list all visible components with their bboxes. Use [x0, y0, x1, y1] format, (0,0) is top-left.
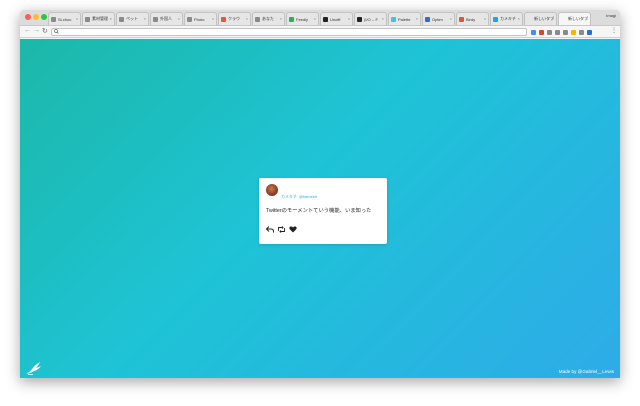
folder-icon	[187, 16, 192, 22]
tab-close-icon[interactable]: ×	[246, 16, 248, 21]
reload-button[interactable]: ↻	[42, 27, 48, 35]
browser-window: Si-choc × 素材管理 × ペット × 外国人 × Photo × クラウ × あなた × Feedl…	[20, 10, 620, 378]
tab-close-icon[interactable]: ×	[212, 16, 214, 21]
tab-close-icon[interactable]: ×	[144, 16, 146, 21]
tab-close-icon[interactable]: ×	[552, 16, 554, 21]
tab-label: 外国人	[160, 16, 172, 21]
folder-icon	[85, 16, 90, 22]
tab-close-icon[interactable]: ×	[314, 16, 316, 21]
tab-close-icon[interactable]: ×	[280, 16, 282, 21]
github-icon	[323, 16, 328, 22]
tab-label: Palette	[398, 16, 411, 22]
address-input[interactable]	[61, 29, 521, 35]
tab[interactable]: (I/O -- F ×	[354, 12, 387, 25]
close-window-button[interactable]	[25, 14, 31, 20]
maximize-window-button[interactable]	[41, 14, 47, 20]
tab[interactable]: カメキチ ×	[490, 12, 523, 25]
tab[interactable]: あなた ×	[252, 12, 285, 25]
tab-close-icon[interactable]: ×	[518, 16, 520, 21]
folder-icon	[153, 16, 158, 22]
twitter-icon	[493, 16, 498, 22]
reply-icon[interactable]	[266, 226, 274, 233]
tweet-actions	[266, 226, 300, 233]
gmail-icon[interactable]	[539, 29, 544, 35]
author-name: カメキチ	[281, 194, 297, 199]
avatar[interactable]	[266, 184, 278, 196]
tab[interactable]: Optim ×	[422, 12, 455, 25]
back-button[interactable]: ←	[24, 27, 31, 34]
tab-close-icon[interactable]: ×	[450, 16, 452, 21]
star-icon[interactable]	[571, 29, 576, 35]
tab-label: Feedly	[296, 16, 309, 22]
bookmark-icon[interactable]	[555, 29, 560, 35]
tweet-author[interactable]: カメキチ @kameklt	[281, 194, 317, 200]
optimize-icon	[425, 16, 430, 22]
tab[interactable]: ペット ×	[116, 12, 149, 25]
tab-strip: Si-choc × 素材管理 × ペット × 外国人 × Photo × クラウ × あなた × Feedl…	[48, 12, 592, 26]
forward-button[interactable]: →	[33, 27, 40, 34]
browser-menu-icon[interactable]: ⋮	[611, 27, 617, 34]
feedly-icon	[289, 16, 294, 22]
tab-label: Birdy	[466, 16, 476, 22]
tab[interactable]: Feedly ×	[286, 12, 319, 25]
tab-label: Unoffi	[330, 16, 341, 22]
birdy-icon	[459, 16, 464, 22]
tab-close-icon[interactable]: ×	[586, 16, 588, 21]
tab-close-icon[interactable]: ×	[484, 16, 486, 21]
folder-icon	[255, 16, 260, 22]
tab-close-icon[interactable]: ×	[110, 16, 112, 21]
tweet-card[interactable]: カメキチ @kameklt Twitterのモーメントていう機能、いま知った	[259, 178, 387, 244]
screen-icon[interactable]	[579, 29, 584, 35]
cloud-app-icon	[221, 16, 226, 22]
tweet-text: Twitterのモーメントていう機能、いま知った	[266, 208, 372, 214]
tab[interactable]: Birdy ×	[456, 12, 489, 25]
tab-bar: Si-choc × 素材管理 × ペット × 外国人 × Photo × クラウ × あなた × Feedl…	[20, 10, 620, 26]
tab-label: ペット	[126, 16, 138, 21]
tab[interactable]: クラウ ×	[218, 12, 251, 25]
blank-tab-icon	[561, 16, 566, 22]
bird-logo-icon	[26, 362, 41, 375]
like-icon[interactable]	[289, 226, 297, 233]
blank-tab-icon	[527, 16, 532, 22]
credit-text[interactable]: Made by @Gabriel__Lewis	[559, 369, 614, 374]
extension-icons	[528, 28, 592, 36]
tab-close-icon[interactable]: ×	[178, 16, 180, 21]
tab-label: Si-choc	[58, 16, 72, 22]
profile-name[interactable]: Imagi	[606, 13, 616, 18]
folder-icon	[51, 16, 56, 22]
author-handle: @kameklt	[299, 194, 317, 199]
tab-label: Optim	[432, 16, 443, 22]
browser-toolbar: ← → ↻ ⋮	[20, 26, 620, 38]
tab-close-icon[interactable]: ×	[382, 16, 384, 21]
tab-label: クラウ	[228, 16, 240, 21]
feather-icon[interactable]	[563, 29, 568, 35]
tab[interactable]: Unoffi ×	[320, 12, 353, 25]
tab-label: あなた	[262, 16, 274, 21]
sync-icon[interactable]	[587, 29, 592, 35]
io-icon	[357, 16, 362, 22]
camera-icon[interactable]	[547, 29, 552, 35]
tab[interactable]: 新しいタブ ×	[558, 12, 591, 25]
tab-label: Photo	[194, 16, 205, 22]
tab-label: (I/O -- F	[364, 16, 378, 22]
tab-label: 素材管理	[92, 16, 108, 21]
palette-icon	[391, 16, 396, 22]
tab[interactable]: 新しいタブ ×	[524, 12, 557, 25]
folder-icon	[119, 16, 124, 22]
address-bar[interactable]	[51, 28, 527, 36]
new-tab-page: カメキチ @kameklt Twitterのモーメントていう機能、いま知った Ma…	[20, 39, 620, 378]
tab[interactable]: 外国人 ×	[150, 12, 183, 25]
tab[interactable]: Palette ×	[388, 12, 421, 25]
tab[interactable]: 素材管理 ×	[82, 12, 115, 25]
tab[interactable]: Photo ×	[184, 12, 217, 25]
tab-close-icon[interactable]: ×	[416, 16, 418, 21]
minimize-window-button[interactable]	[33, 14, 39, 20]
search-icon	[54, 29, 59, 36]
translate-icon[interactable]	[531, 29, 536, 35]
tab-close-icon[interactable]: ×	[76, 16, 78, 21]
tab[interactable]: Si-choc ×	[48, 12, 81, 25]
tab-close-icon[interactable]: ×	[348, 16, 350, 21]
tab-label: カメキチ	[500, 16, 516, 21]
retweet-icon[interactable]	[277, 226, 286, 233]
